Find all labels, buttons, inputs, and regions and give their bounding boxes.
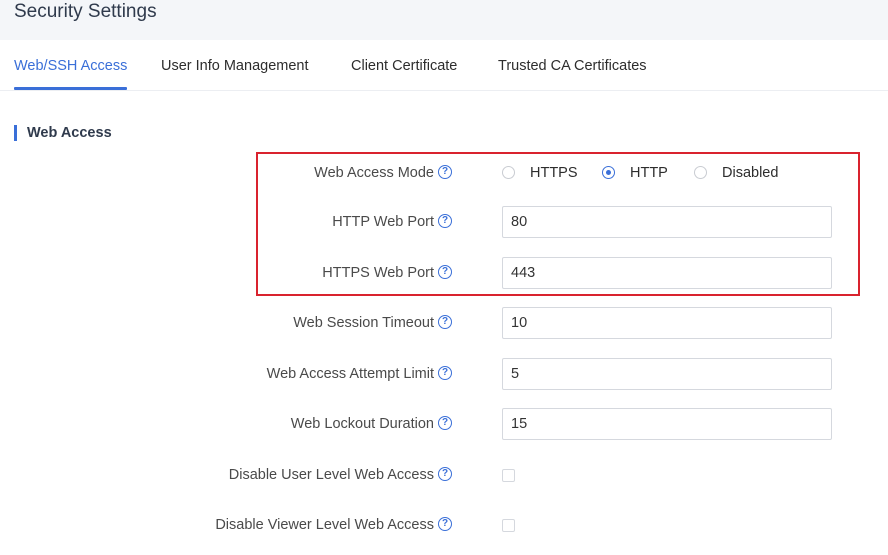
row-web-access-mode: Web Access Mode ? HTTPS HTTP Disabled (0, 157, 888, 189)
web-access-attempt-limit-label: Web Access Attempt Limit (266, 366, 434, 382)
row-disable-viewer-level-web-access: Disable Viewer Level Web Access ? (0, 509, 888, 541)
https-web-port-input[interactable] (502, 257, 832, 289)
row-disable-user-level-web-access: Disable User Level Web Access ? (0, 459, 888, 491)
row-web-lockout-duration: Web Lockout Duration ? (0, 408, 888, 440)
disable-user-level-web-access-checkbox[interactable] (502, 469, 515, 482)
disable-viewer-level-web-access-label: Disable Viewer Level Web Access (215, 517, 434, 533)
row-http-web-port: HTTP Web Port ? (0, 206, 888, 238)
radio-disabled-circle[interactable] (694, 166, 707, 179)
row-web-access-attempt-limit: Web Access Attempt Limit ? (0, 358, 888, 390)
tab-client-certificate[interactable]: Client Certificate (351, 40, 457, 90)
radio-http-label: HTTP (630, 165, 668, 181)
page-header: Security Settings (0, 0, 888, 40)
question-circle-icon[interactable]: ? (438, 265, 452, 279)
tab-trusted-ca-certificates[interactable]: Trusted CA Certificates (498, 40, 647, 90)
web-lockout-duration-input[interactable] (502, 408, 832, 440)
section-title-web-access: Web Access (14, 125, 112, 141)
question-circle-icon[interactable]: ? (438, 315, 452, 329)
tab-bar: Web/SSH Access User Info Management Clie… (0, 40, 888, 91)
question-circle-icon[interactable]: ? (438, 214, 452, 228)
https-web-port-label: HTTPS Web Port (322, 265, 434, 281)
tab-user-info-management[interactable]: User Info Management (161, 40, 309, 90)
question-circle-icon[interactable]: ? (438, 366, 452, 380)
web-lockout-duration-label: Web Lockout Duration (290, 416, 434, 432)
web-session-timeout-input[interactable] (502, 307, 832, 339)
web-session-timeout-label: Web Session Timeout (293, 315, 434, 331)
web-access-attempt-limit-input[interactable] (502, 358, 832, 390)
row-web-session-timeout: Web Session Timeout ? (0, 307, 888, 339)
web-access-mode-label: Web Access Mode (314, 165, 434, 181)
radio-https-label: HTTPS (530, 165, 578, 181)
radio-disabled-label: Disabled (722, 165, 779, 181)
question-circle-icon[interactable]: ? (438, 165, 452, 179)
question-circle-icon[interactable]: ? (438, 467, 452, 481)
disable-user-level-web-access-label: Disable User Level Web Access (228, 467, 434, 483)
disable-viewer-level-web-access-checkbox[interactable] (502, 519, 515, 532)
row-https-web-port: HTTPS Web Port ? (0, 257, 888, 289)
question-circle-icon[interactable]: ? (438, 517, 452, 531)
page-title: Security Settings (14, 1, 157, 22)
tab-web-ssh-access[interactable]: Web/SSH Access (14, 40, 128, 90)
question-circle-icon[interactable]: ? (438, 416, 452, 430)
radio-http-circle[interactable] (602, 166, 615, 179)
radio-https-circle[interactable] (502, 166, 515, 179)
http-web-port-label: HTTP Web Port (332, 214, 434, 230)
http-web-port-input[interactable] (502, 206, 832, 238)
